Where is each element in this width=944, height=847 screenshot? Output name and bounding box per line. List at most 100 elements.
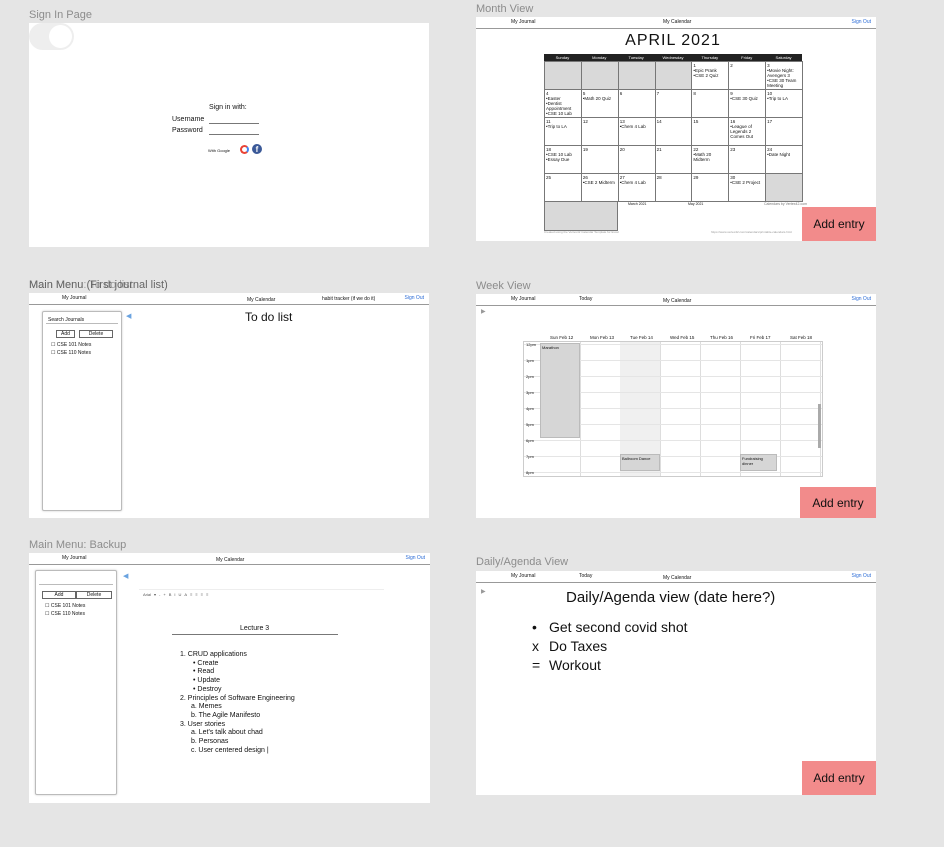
nav-my-calendar[interactable]: My Calendar [663,298,691,304]
day-cell[interactable]: 11 •Trip to LA [544,117,582,146]
day-cell[interactable]: 23 [728,145,767,174]
day-cell[interactable]: 14 [654,117,693,146]
day-cell[interactable]: 20 [617,145,656,174]
sign-out-link[interactable]: Sign Out [852,573,871,579]
expand-icon[interactable]: ▶ [481,308,486,315]
day-cell[interactable]: 21 [654,145,693,174]
calendar-event[interactable]: •Dentist Appointment [546,101,580,111]
calendar-event[interactable]: •Movie Night: Avengers 3 [767,68,801,78]
list-item[interactable]: ☐ CSE 110 Notes [51,350,91,356]
nav-my-calendar[interactable]: My Calendar [247,297,275,303]
day-cell[interactable] [617,61,656,90]
day-cell[interactable]: 10 •Trip to LA [765,89,803,118]
nav-my-journal[interactable]: My Journal [62,555,86,561]
facebook-icon[interactable]: f [252,144,262,154]
day-cell[interactable]: 24 •Date Night [765,145,803,174]
toolbar-button[interactable]: ≡ [190,592,192,597]
list-item[interactable]: ☐ CSE 110 Notes [45,611,85,617]
delete-journal-button[interactable]: Delete [79,330,113,338]
list-item[interactable]: ☐ CSE 101 Notes [51,342,91,348]
password-field[interactable] [209,134,259,135]
day-cell[interactable]: 4 •Easter •Dentist Appointment •CSE 10 Lab [544,89,582,118]
day-cell[interactable]: 12 [580,117,619,146]
toolbar-button[interactable]: ▾ [154,592,156,597]
day-cell[interactable] [765,173,803,202]
add-entry-button[interactable]: Add entry [800,487,876,518]
calendar-event[interactable]: •CSE 30 Team Meeting [767,78,801,88]
day-cell[interactable]: 7 [654,89,693,118]
day-cell[interactable]: 27 •Chem 4 Lab [617,173,656,202]
calendar-event[interactable]: •Trip to LA [767,96,801,101]
theme-toggle[interactable] [29,23,74,50]
sign-out-link[interactable]: Sign Out [405,295,424,301]
nav-my-journal[interactable]: My Journal [511,573,535,579]
agenda-item[interactable]: x Do Taxes [532,637,688,656]
week-scrollbar[interactable] [818,404,821,448]
week-event[interactable]: Ballroom Dance [620,454,660,471]
add-journal-button[interactable]: Add [42,591,76,599]
calendar-event[interactable]: •CSE 2 Quiz [693,73,727,78]
day-cell[interactable]: 13 •Chem 4 Lab [617,117,656,146]
calendar-event[interactable]: •Essay Due [546,157,580,162]
calendar-event[interactable]: •Math 20 Midterm [693,152,727,162]
sign-out-link[interactable]: Sign Out [406,555,425,561]
add-entry-button[interactable]: Add entry [802,207,876,241]
day-cell[interactable]: 25 [544,173,582,202]
day-cell[interactable]: 1 •Epic Prank •CSE 2 Quiz [691,61,730,90]
day-cell[interactable]: 2 [728,61,767,90]
toolbar-button[interactable]: ≡ [201,592,203,597]
username-field[interactable] [209,123,259,124]
day-cell[interactable]: 28 [654,173,693,202]
toolbar-button[interactable]: Arial [143,592,151,597]
day-cell[interactable]: 29 [691,173,730,202]
day-cell[interactable] [580,61,619,90]
calendar-event[interactable]: •Date Night [767,152,801,157]
nav-my-calendar[interactable]: My Calendar [663,19,691,25]
document-body[interactable]: 1. CRUD applications • Create • Read • Upda… [180,651,295,755]
calendar-event[interactable]: •CSE 2 Midterm [583,180,617,185]
nav-my-calendar[interactable]: My Calendar [663,575,691,581]
toolbar-button[interactable]: + [163,592,165,597]
calendar-event[interactable]: •CSE 2 Project [730,180,764,185]
toolbar-button[interactable]: ≡ [195,592,197,597]
day-cell[interactable]: 8 [691,89,730,118]
day-cell[interactable]: 5 •Math 20 Quiz [580,89,619,118]
day-cell[interactable] [544,61,582,90]
add-entry-button[interactable]: Add entry [802,761,876,795]
day-cell[interactable]: 9 •CSE 30 Quiz [728,89,767,118]
day-cell[interactable]: 6 [617,89,656,118]
sign-out-link[interactable]: Sign Out [852,19,871,25]
calendar-event[interactable]: •Chem 4 Lab [620,124,654,129]
nav-today[interactable]: Today [579,573,592,579]
calendar-event[interactable]: •Math 20 Quiz [583,96,617,101]
day-cell[interactable]: 3 •Movie Night: Avengers 3 •CSE 30 Team Me… [765,61,803,90]
toolbar-button[interactable]: - [159,592,160,597]
nav-today[interactable]: Today [579,296,592,302]
day-cell[interactable]: 22 •Math 20 Midterm [691,145,730,174]
nav-habit-tracker[interactable]: habit tracker (if we do it) [322,296,375,302]
day-cell[interactable] [654,61,693,90]
day-cell[interactable]: 16 •League of Legends 2 Comes Out [728,117,767,146]
calendar-event[interactable]: •Chem 4 Lab [620,180,654,185]
calendar-event[interactable]: •CSE 30 Quiz [730,96,764,101]
collapse-sidebar-icon[interactable]: ◀ [123,572,128,580]
delete-journal-button[interactable]: Delete [76,591,112,599]
toolbar-button[interactable]: U [179,592,182,597]
toolbar-button[interactable]: I [174,592,175,597]
google-icon[interactable] [240,145,249,154]
day-cell[interactable]: 15 [691,117,730,146]
sign-out-link[interactable]: Sign Out [852,296,871,302]
nav-my-journal[interactable]: My Journal [62,295,86,301]
day-cell[interactable]: 17 [765,117,803,146]
add-journal-button[interactable]: Add [56,330,75,338]
week-event[interactable]: Fundraising dinner [740,454,777,471]
toolbar-button[interactable]: ≡ [206,592,208,597]
nav-my-journal[interactable]: My Journal [511,296,535,302]
week-event[interactable]: Marathon [540,343,580,438]
day-cell[interactable]: 19 [580,145,619,174]
calendar-event[interactable]: •CSE 10 Lab [546,111,580,116]
collapse-sidebar-icon[interactable]: ◀ [126,312,131,320]
day-cell[interactable]: 26 •CSE 2 Midterm [580,173,619,202]
calendar-event[interactable]: •Trip to LA [546,124,580,129]
nav-my-journal[interactable]: My Journal [511,19,535,25]
